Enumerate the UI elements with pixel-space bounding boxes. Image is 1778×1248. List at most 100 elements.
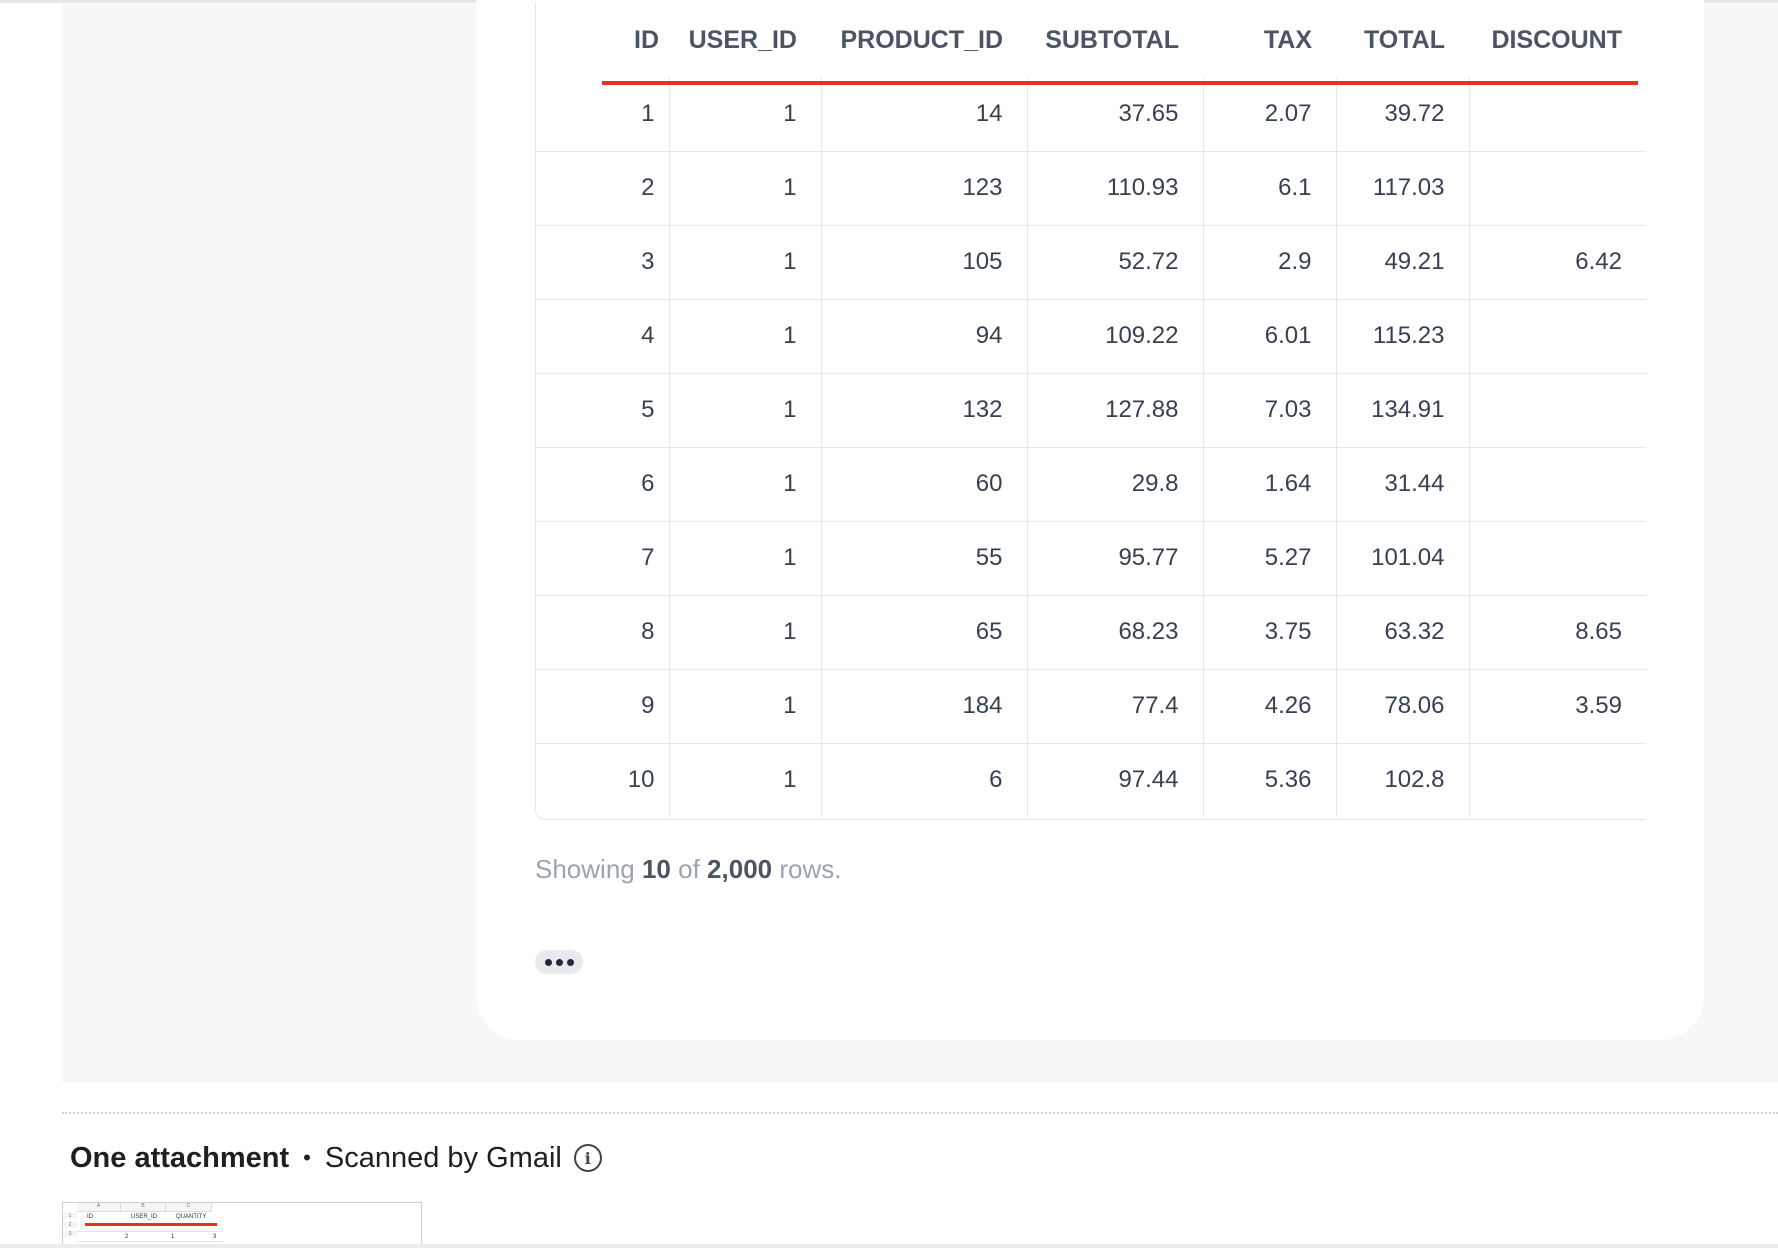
cell-tax: 6.01: [1202, 298, 1336, 373]
cell-product-id: 6: [820, 742, 1027, 817]
cell-tax: 5.36: [1202, 742, 1336, 817]
table-row[interactable]: 10 1 6 97.44 5.36 102.8: [536, 742, 1646, 817]
summary-total-count: 2,000: [707, 854, 773, 884]
cell-discount: [1468, 520, 1646, 595]
cell-user-id: 1: [668, 668, 821, 743]
thumb-col-header: B: [121, 1203, 166, 1212]
more-dot: [555, 958, 563, 966]
table-row[interactable]: 9 1 184 77.4 4.26 78.06 3.59: [536, 668, 1646, 743]
cell-tax: 5.27: [1202, 520, 1336, 595]
column-header-user-id[interactable]: USER_ID: [669, 3, 821, 77]
cell-discount: 3.59: [1468, 668, 1646, 743]
cell-total: 134.91: [1335, 372, 1469, 447]
thumb-cell: ID: [87, 1214, 93, 1220]
column-header-total[interactable]: TOTAL: [1336, 3, 1469, 77]
cell-id: 9: [536, 668, 669, 743]
column-header-product-id[interactable]: PRODUCT_ID: [821, 3, 1027, 77]
summary-prefix: Showing: [535, 854, 635, 884]
cell-tax: 1.64: [1202, 446, 1336, 521]
thumb-row-number: 3: [63, 1231, 77, 1237]
thumb-col-header: A: [77, 1203, 121, 1212]
cell-user-id: 1: [668, 224, 821, 299]
cell-product-id: 14: [820, 77, 1027, 151]
table-row[interactable]: 1 1 14 37.65 2.07 39.72: [536, 77, 1646, 151]
cell-id: 6: [536, 446, 669, 521]
table-row[interactable]: 7 1 55 95.77 5.27 101.04: [536, 520, 1646, 595]
cell-discount: 8.65: [1468, 594, 1646, 669]
thumb-col-header: C: [166, 1203, 212, 1212]
cell-product-id: 132: [820, 372, 1027, 447]
table-body: 1 1 14 37.65 2.07 39.72 2 1 123 110.93 6.1 117.03 3 1…: [536, 77, 1646, 817]
spreadsheet-preview: A B C 1 2 3 ID USER_ID QUANTITY 2 1 3: [63, 1203, 223, 1248]
attachment-thumbnail[interactable]: A B C 1 2 3 ID USER_ID QUANTITY 2 1 3: [62, 1202, 422, 1248]
cell-total: 78.06: [1335, 668, 1469, 743]
cell-id: 3: [536, 224, 669, 299]
cell-discount: [1468, 372, 1646, 447]
cell-id: 10: [536, 742, 669, 817]
cell-total: 115.23: [1335, 298, 1469, 373]
cell-subtotal: 95.77: [1026, 520, 1203, 595]
cell-discount: 6.42: [1468, 224, 1646, 299]
cell-total: 117.03: [1335, 150, 1469, 225]
cell-total: 101.04: [1335, 520, 1469, 595]
header-underline: [602, 81, 1638, 85]
cell-discount: [1468, 77, 1646, 151]
info-icon[interactable]: i: [573, 1144, 602, 1172]
thumb-row-number: 1: [63, 1213, 77, 1219]
attachment-header: One attachment • Scanned by Gmail i: [70, 1138, 602, 1178]
cell-discount: [1468, 150, 1646, 225]
cell-discount: [1468, 446, 1646, 521]
cell-total: 31.44: [1335, 446, 1469, 521]
thumb-row-number: 2: [63, 1222, 77, 1228]
thumb-gridline: [77, 1241, 223, 1242]
cell-total: 102.8: [1335, 742, 1469, 817]
more-options-button[interactable]: [535, 950, 583, 974]
column-header-discount[interactable]: DISCOUNT: [1469, 3, 1646, 77]
cell-product-id: 94: [820, 298, 1027, 373]
cell-subtotal: 77.4: [1026, 668, 1203, 743]
cell-tax: 6.1: [1202, 150, 1336, 225]
cell-discount: [1468, 298, 1646, 373]
cell-discount: [1468, 742, 1646, 817]
cell-product-id: 65: [820, 594, 1027, 669]
thumb-gridline: [77, 1231, 223, 1232]
cell-user-id: 1: [668, 520, 821, 595]
thumb-header-underline: [85, 1223, 217, 1226]
email-view: ID USER_ID PRODUCT_ID SUBTOTAL TAX TOTAL…: [0, 0, 1778, 1248]
table-row[interactable]: 2 1 123 110.93 6.1 117.03: [536, 150, 1646, 225]
cell-product-id: 105: [820, 224, 1027, 299]
thumb-cell: QUANTITY: [176, 1214, 207, 1220]
cell-total: 39.72: [1335, 77, 1469, 151]
cell-id: 2: [536, 150, 669, 225]
bullet-separator: •: [303, 1145, 311, 1170]
column-header-subtotal[interactable]: SUBTOTAL: [1027, 3, 1203, 77]
cell-total: 49.21: [1335, 224, 1469, 299]
cell-user-id: 1: [668, 446, 821, 521]
summary-shown-count: 10: [641, 854, 671, 884]
cell-user-id: 1: [668, 77, 821, 151]
cell-subtotal: 127.88: [1026, 372, 1203, 447]
table-row[interactable]: 4 1 94 109.22 6.01 115.23: [536, 298, 1646, 373]
column-header-tax[interactable]: TAX: [1203, 3, 1336, 77]
cell-subtotal: 97.44: [1026, 742, 1203, 817]
cell-id: 7: [536, 520, 669, 595]
cell-id: 5: [536, 372, 669, 447]
cell-product-id: 60: [820, 446, 1027, 521]
table-row[interactable]: 3 1 105 52.72 2.9 49.21 6.42: [536, 224, 1646, 299]
bottom-strip: [0, 1244, 1778, 1248]
cell-user-id: 1: [668, 594, 821, 669]
more-dot: [566, 958, 574, 966]
cell-subtotal: 52.72: [1026, 224, 1203, 299]
table-row[interactable]: 8 1 65 68.23 3.75 63.32 8.65: [536, 594, 1646, 669]
cell-subtotal: 29.8: [1026, 446, 1203, 521]
column-header-id[interactable]: ID: [536, 3, 669, 77]
attachment-separator: [62, 1112, 1778, 1114]
summary-of: of: [678, 854, 700, 884]
data-table: ID USER_ID PRODUCT_ID SUBTOTAL TAX TOTAL…: [536, 3, 1646, 817]
cell-user-id: 1: [668, 742, 821, 817]
table-row[interactable]: 6 1 60 29.8 1.64 31.44: [536, 446, 1646, 521]
summary-suffix: rows.: [779, 854, 842, 884]
cell-subtotal: 110.93: [1026, 150, 1203, 225]
data-table-container: ID USER_ID PRODUCT_ID SUBTOTAL TAX TOTAL…: [535, 3, 1646, 820]
table-row[interactable]: 5 1 132 127.88 7.03 134.91: [536, 372, 1646, 447]
